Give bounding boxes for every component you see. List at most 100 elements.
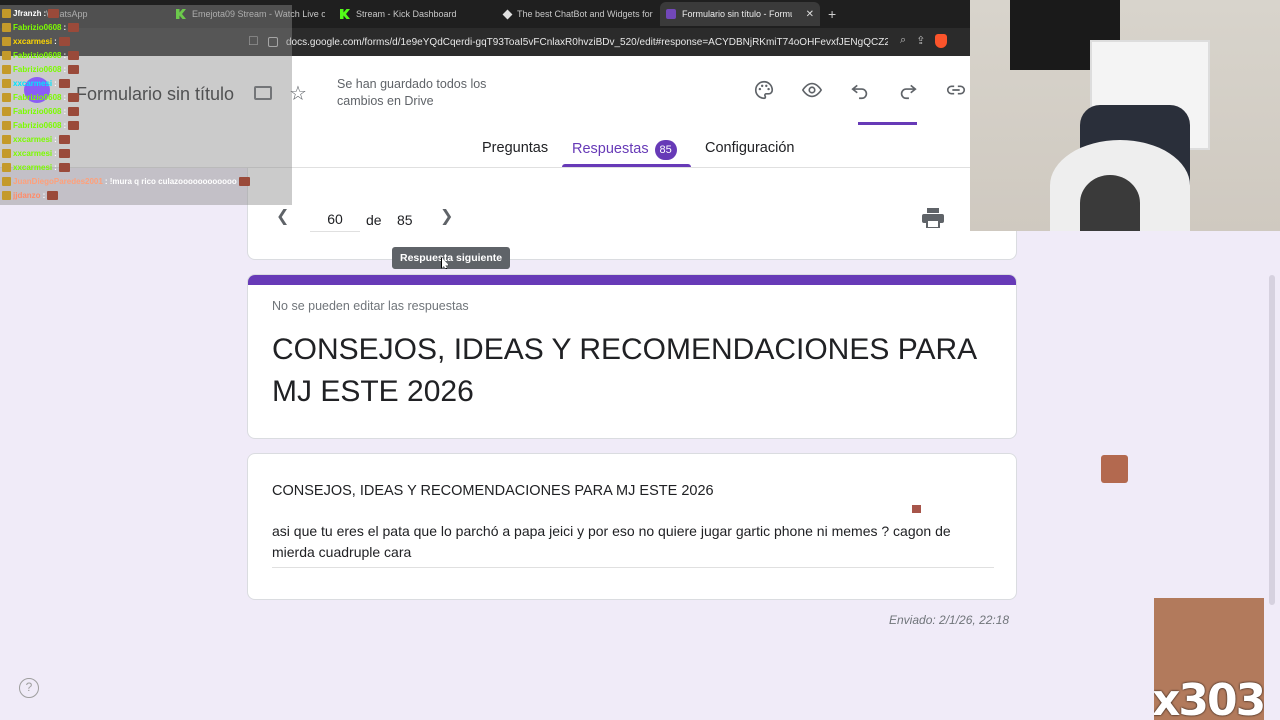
next-response-chevron-icon[interactable]: ❯ <box>440 206 453 226</box>
close-tab-icon[interactable]: ✕ <box>806 9 814 20</box>
no-edit-notice: No se pueden editar las respuestas <box>272 299 469 313</box>
form-heading: CONSEJOS, IDEAS Y RECOMENDACIONES PARA M… <box>272 333 976 408</box>
chat-username: Fabrizio0608 <box>13 51 62 60</box>
chat-badge-icon <box>2 121 11 130</box>
chat-message: Fabrizio0608: <box>2 63 80 76</box>
chat-text: : <box>54 149 57 158</box>
emote-icon <box>58 163 70 172</box>
emote-icon <box>68 121 80 130</box>
redo-icon[interactable] <box>896 78 920 102</box>
chat-badge-icon <box>2 79 11 88</box>
accent-bar <box>248 275 1016 285</box>
tab-settings[interactable]: Configuración <box>705 140 794 156</box>
question-title: CONSEJOS, IDEAS Y RECOMENDACIONES PARA M… <box>272 483 714 499</box>
emote-icon <box>48 9 60 18</box>
chat-badge-icon <box>2 163 11 172</box>
chat-badge-icon <box>2 65 11 74</box>
chat-badge-icon <box>2 191 11 200</box>
chat-message: Fabrizio0608: <box>2 105 80 118</box>
chat-text: : <box>63 51 67 60</box>
browser-tab-forms[interactable]: Formulario sin título - Formulari ✕ <box>660 2 820 26</box>
palette-icon[interactable] <box>752 78 776 102</box>
chat-message: Jfranzh: <box>2 7 60 20</box>
emote-icon <box>912 505 921 513</box>
form-title-card: No se pueden editar las respuestas CONSE… <box>247 274 1017 439</box>
chat-username: Fabrizio0608 <box>13 23 62 32</box>
help-icon[interactable]: ? <box>19 678 39 698</box>
chat-badge-icon <box>2 107 11 116</box>
chat-message: Fabrizio0608: <box>2 91 80 104</box>
tab-label: Stream - Kick Dashboard <box>356 9 457 19</box>
screen: WhatsApp Emejota09 Stream - Watch Live o… <box>0 0 1280 720</box>
browser-tab-chatbot[interactable]: The best ChatBot and Widgets for Ki <box>498 4 653 24</box>
chat-badge-icon <box>2 177 11 186</box>
chat-text: : <box>63 107 67 116</box>
chat-message: jjdanzo: <box>2 189 59 202</box>
chat-text: : <box>63 121 67 130</box>
submitted-timestamp: Enviado: 2/1/26, 22:18 <box>889 613 1010 627</box>
chat-badge-icon <box>2 93 11 102</box>
browser-tab-kick-dashboard[interactable]: Stream - Kick Dashboard <box>334 4 494 24</box>
chat-username: Fabrizio0608 <box>13 121 62 130</box>
chat-message: xxcarmesi: <box>2 161 70 174</box>
zoom-icon[interactable]: ⌕ <box>900 34 906 48</box>
chat-message: Fabrizio0608: <box>2 49 80 62</box>
share-icon[interactable]: ⇪ <box>916 34 925 48</box>
diamond-icon <box>502 9 513 19</box>
chat-username: xxcarmesi <box>13 163 53 172</box>
chat-text: : <box>54 135 57 144</box>
url-text: docs.google.com/forms/d/1e9eYQdCqerdi-gq… <box>286 36 888 48</box>
tab-questions[interactable]: Preguntas <box>482 140 548 156</box>
emote-overlay-image: x303 <box>1154 598 1264 720</box>
chat-message: xxcarmesi: <box>2 35 70 48</box>
emote-icon <box>58 37 70 46</box>
of-label: de <box>366 212 382 228</box>
chat-message: JuanDiegoParedes2001: !mura q rico culaz… <box>2 175 250 188</box>
chat-username: xxcarmesi <box>13 79 53 88</box>
next-response-tooltip: Respuesta siguiente <box>392 247 511 269</box>
responses-count-badge: 85 <box>654 140 677 160</box>
tab-label: Formulario sin título - Formulari <box>682 9 792 19</box>
brave-shield-icon[interactable] <box>935 34 948 48</box>
chat-badge-icon <box>2 9 11 18</box>
total-responses: 85 <box>397 212 413 228</box>
active-tab-indicator <box>562 164 691 167</box>
tab-responses[interactable]: Respuestas 85 <box>572 140 677 160</box>
streamer-head-image <box>1080 175 1140 231</box>
emote-icon <box>68 107 80 116</box>
stream-chat-overlay: Jfranzh: Fabrizio0608: xxcarmesi: Fabrizio0… <box>0 5 292 205</box>
new-tab-button[interactable]: + <box>828 6 836 22</box>
question-card: CONSEJOS, IDEAS Y RECOMENDACIONES PARA M… <box>247 453 1017 600</box>
webcam-feed <box>970 0 1280 231</box>
response-navigation-card: ❮ 60 de 85 ❯ <box>247 168 1017 260</box>
print-icon[interactable] <box>922 208 944 229</box>
chat-badge-icon <box>2 149 11 158</box>
chat-text: : !mura q rico culazoooooooooooo <box>104 177 237 186</box>
chat-message: xxcarmesi: <box>2 133 70 146</box>
chat-message: Fabrizio0608: <box>2 119 80 132</box>
emote-icon <box>68 93 80 102</box>
chat-username: JuanDiegoParedes2001 <box>13 177 103 186</box>
chat-username: Fabrizio0608 <box>13 65 62 74</box>
kick-icon <box>340 9 350 19</box>
chat-username: xxcarmesi <box>13 37 53 46</box>
chat-text: : <box>63 93 67 102</box>
previous-response-chevron-icon[interactable]: ❮ <box>276 206 289 226</box>
chat-username: Jfranzh <box>13 9 42 18</box>
emote-icon <box>58 135 70 144</box>
preview-eye-icon[interactable] <box>800 78 824 102</box>
chat-username: xxcarmesi <box>13 135 53 144</box>
emote-icon <box>68 65 80 74</box>
tab-label: The best ChatBot and Widgets for Ki <box>517 9 653 19</box>
chat-badge-icon <box>2 23 11 32</box>
response-number-input[interactable]: 60 <box>310 206 360 232</box>
link-icon[interactable] <box>944 78 968 102</box>
undo-icon[interactable] <box>848 78 872 102</box>
scrollbar-thumb[interactable] <box>1269 275 1275 605</box>
chat-username: jjdanzo <box>13 191 41 200</box>
chat-text: : <box>63 23 67 32</box>
answer-text: asi que tu eres el pata que lo parchó a … <box>272 521 994 568</box>
chat-badge-icon <box>2 51 11 60</box>
chat-text: : <box>43 9 47 18</box>
url-field[interactable]: docs.google.com/forms/d/1e9eYQdCqerdi-gq… <box>268 32 888 52</box>
